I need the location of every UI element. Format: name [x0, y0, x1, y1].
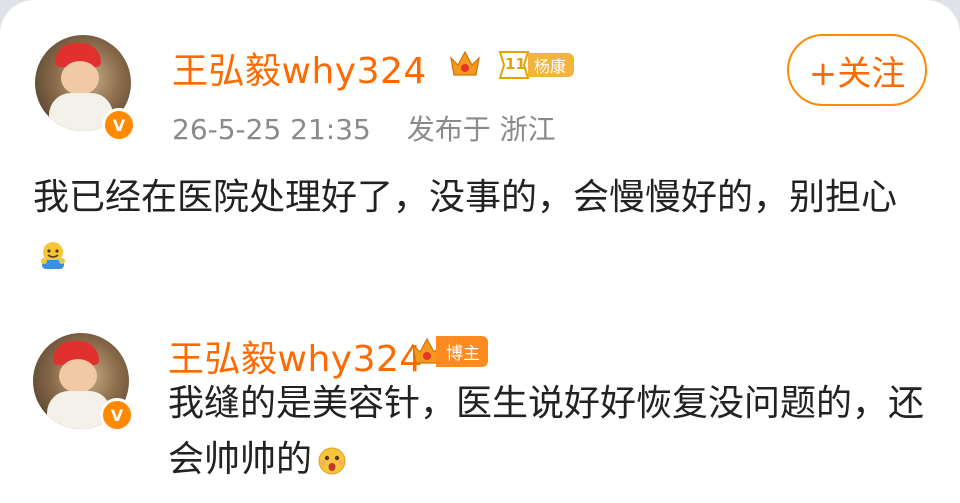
post-meta: 26-5-25 21:35 发布于 浙江: [172, 108, 556, 148]
post-username[interactable]: 王弘毅why324: [172, 42, 427, 94]
reply-verified-icon: V: [100, 398, 134, 432]
post-text-content: 我已经在医院处理好了，没事的，会慢慢好的，别担心: [33, 177, 898, 218]
follow-button[interactable]: +关注: [787, 34, 927, 106]
hug-emoji-icon: [41, 242, 65, 269]
reply-username[interactable]: 王弘毅why324: [168, 330, 423, 382]
fan-badge-name: 杨康: [528, 53, 575, 77]
weibo-post-card: V 王弘毅why324 11 杨康 +关注 26-5-25 21:35 发布于 …: [0, 0, 960, 503]
fan-level: 11: [505, 55, 526, 73]
post-text: 我已经在医院处理好了，没事的，会慢慢好的，别担心: [33, 170, 923, 282]
crown-icon: [450, 50, 480, 76]
verified-icon: V: [102, 108, 136, 142]
blogger-badge: 博主: [410, 334, 488, 368]
post-location: 发布于 浙江: [406, 113, 556, 146]
blogger-label: 博主: [436, 335, 488, 367]
post-time: 26-5-25 21:35: [172, 113, 371, 146]
surprised-face-icon: [318, 447, 346, 475]
reply-text-content: 我缝的是美容针，医生说好好恢复没问题的，还会帅帅的: [168, 383, 925, 480]
reply-text: 我缝的是美容针，医生说好好恢复没问题的，还会帅帅的: [168, 376, 948, 488]
fan-badge[interactable]: 11 杨康: [494, 50, 575, 80]
